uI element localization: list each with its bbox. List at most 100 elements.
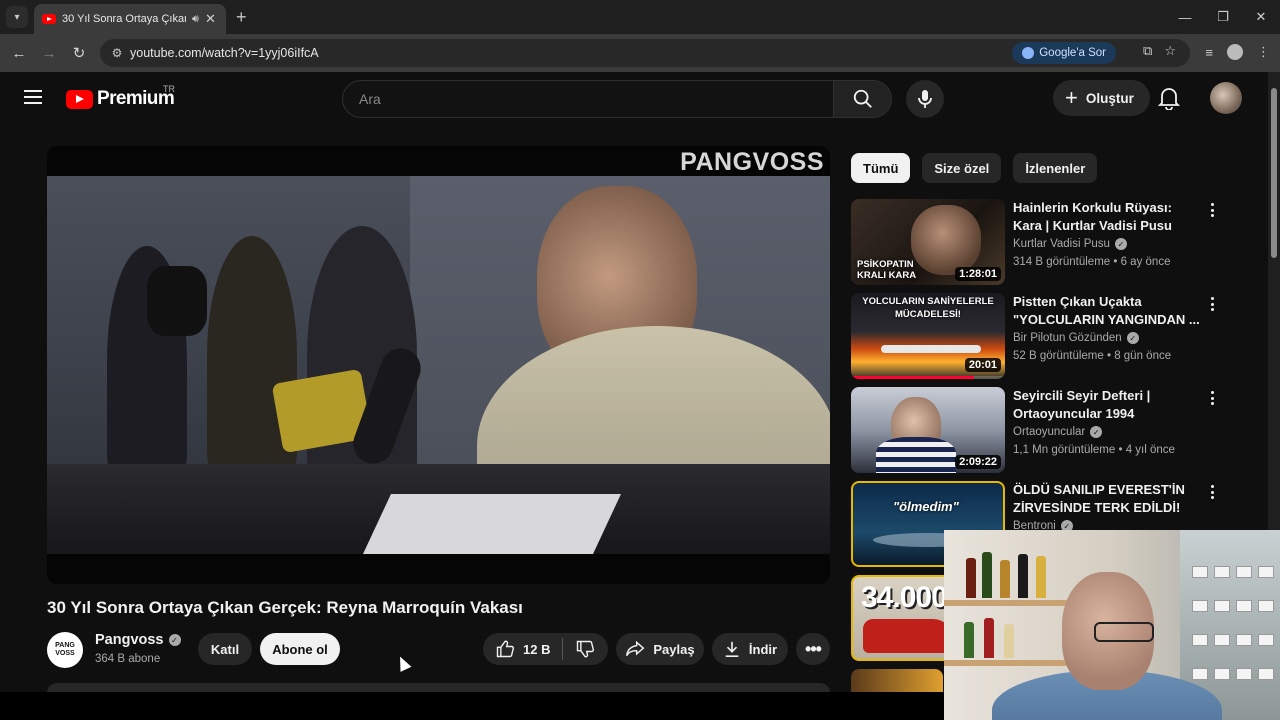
reload-icon[interactable]: ↻ (64, 44, 94, 62)
install-app-icon[interactable]: ⧉ (1143, 43, 1152, 59)
speaker-icon[interactable]: 🔊︎ (192, 13, 199, 26)
browser-menu-icon[interactable]: ⋮ (1257, 44, 1270, 60)
like-button[interactable]: 12 B (483, 633, 562, 665)
notifications-button[interactable] (1157, 86, 1181, 115)
browser-tab[interactable]: 30 Yıl Sonra Ortaya Çıkan G 🔊︎ ✕ (34, 4, 226, 34)
watch-progress-bar (851, 376, 1005, 379)
video-player[interactable]: PANGVOSS (47, 146, 830, 584)
download-icon (725, 641, 739, 658)
related-filter-chips: Tümü Size özel İzlenenler (851, 153, 1098, 183)
video-thumbnail[interactable]: PSİKOPATIN KRALI KARA 1:28:01 (851, 199, 1005, 285)
related-channel-row: Ortaoyuncular ✓ (1013, 426, 1103, 438)
join-button[interactable]: Katıl (198, 633, 252, 665)
dislike-button[interactable] (563, 633, 607, 665)
related-channel-name[interactable]: Ortaoyuncular (1013, 426, 1085, 438)
verified-icon: ✓ (168, 634, 181, 646)
google-ask-label: Google'a Sor (1039, 47, 1106, 59)
related-channel-row: Bir Pilotun Gözünden ✓ (1013, 332, 1139, 344)
related-video-meta: 314 B görüntüleme • 6 ay önce (1013, 256, 1171, 268)
voice-search-button[interactable] (906, 80, 944, 118)
related-channel-row: Kurtlar Vadisi Pusu ✓ (1013, 238, 1127, 250)
youtube-favicon-icon (42, 14, 56, 24)
browser-tab-bar: ▾ 30 Yıl Sonra Ortaya Çıkan G 🔊︎ ✕ + — ❐… (0, 0, 1280, 34)
video-thumbnail[interactable]: YOLCULARIN SANİYELERLE MÜCADELESİ! 20:01 (851, 293, 1005, 379)
video-thumbnail[interactable] (851, 669, 943, 692)
like-count: 12 B (523, 641, 551, 657)
channel-name[interactable]: Pangvoss (95, 632, 164, 648)
video-duration: 1:28:01 (955, 267, 1001, 281)
related-video-meta: 1,1 Mn görüntüleme • 4 yıl önce (1013, 444, 1175, 456)
more-vertical-icon[interactable] (1207, 201, 1217, 219)
thumbs-down-icon (577, 640, 595, 658)
chip-all[interactable]: Tümü (851, 153, 911, 183)
chip-for-you[interactable]: Size özel (922, 153, 1002, 183)
forward-icon[interactable]: → (34, 45, 64, 62)
share-arrow-icon (626, 640, 645, 657)
youtube-play-logo-icon (66, 89, 93, 109)
maximize-icon[interactable]: ❐ (1204, 0, 1242, 34)
related-video-title[interactable]: Seyircili Seyir Defteri | Ortaoyuncular … (1013, 387, 1203, 423)
guide-menu-icon[interactable] (24, 90, 42, 104)
minimize-icon[interactable]: — (1166, 0, 1204, 34)
tab-search-button[interactable]: ▾ (6, 6, 28, 28)
channel-watermark: PANGVOSS (680, 148, 824, 176)
thumbnail-text: PSİKOPATIN KRALI KARA (857, 259, 917, 281)
chip-watched[interactable]: İzlenenler (1013, 153, 1098, 183)
youtube-premium-logo[interactable]: Premium TR (66, 84, 175, 110)
related-video-meta: 52 B görüntüleme • 8 gün önce (1013, 350, 1172, 362)
more-actions-button[interactable]: ••• (796, 633, 830, 665)
url-text: youtube.com/watch?v=1yyj06iIfcA (130, 46, 319, 60)
media-controls-icon[interactable]: ≡ (1205, 45, 1213, 60)
channel-avatar[interactable]: PANG VOSS (47, 632, 83, 668)
search-input[interactable] (359, 91, 833, 107)
related-video-item[interactable]: PSİKOPATIN KRALI KARA 1:28:01 Hainlerin … (851, 199, 1231, 285)
more-vertical-icon[interactable] (1207, 295, 1217, 313)
search-box (342, 80, 834, 118)
profile-icon[interactable] (1227, 44, 1243, 60)
related-video-item[interactable]: 2:09:22 Seyircili Seyir Defteri | Ortaoy… (851, 387, 1231, 473)
address-bar[interactable]: ⚙︎ youtube.com/watch?v=1yyj06iIfcA Googl… (100, 39, 1190, 67)
search-button[interactable] (834, 80, 892, 118)
tab-title: 30 Yıl Sonra Ortaya Çıkan G (62, 13, 186, 25)
new-tab-button[interactable]: + (236, 7, 247, 28)
more-horizontal-icon: ••• (805, 638, 822, 659)
related-channel-name[interactable]: Bir Pilotun Gözünden (1013, 332, 1122, 344)
google-ask-button[interactable]: Google'a Sor (1012, 42, 1116, 64)
related-video-title[interactable]: ÖLDÜ SANILIP EVEREST'İN ZİRVESİNDE TERK … (1013, 481, 1203, 517)
country-code: TR (163, 84, 175, 94)
microphone-icon (918, 90, 932, 108)
thumbs-up-icon (496, 640, 515, 658)
more-vertical-icon[interactable] (1207, 389, 1217, 407)
screen: ▾ 30 Yıl Sonra Ortaya Çıkan G 🔊︎ ✕ + — ❐… (0, 0, 1280, 720)
youtube-header: Premium TR + Oluştur (0, 72, 1268, 128)
related-video-item[interactable]: YOLCULARIN SANİYELERLE MÜCADELESİ! 20:01… (851, 293, 1231, 379)
subscriber-count: 364 B abone (95, 653, 161, 665)
close-tab-icon[interactable]: ✕ (205, 11, 216, 27)
verified-icon: ✓ (1114, 238, 1127, 250)
share-label: Paylaş (653, 641, 695, 657)
subscribe-button[interactable]: Abone ol (260, 633, 340, 665)
window-controls: — ❐ ✕ (1166, 0, 1280, 34)
mouse-cursor (394, 654, 412, 672)
scrollbar-thumb[interactable] (1271, 88, 1277, 258)
thumbnail-text: 34.000 (861, 581, 948, 614)
related-video-title[interactable]: Pistten Çıkan Uçakta "YOLCULARIN YANGIND… (1013, 293, 1203, 329)
site-info-icon[interactable]: ⚙︎ (104, 46, 130, 60)
create-button[interactable]: + Oluştur (1053, 80, 1150, 116)
verified-icon: ✓ (1090, 426, 1103, 438)
related-video-title[interactable]: Hainlerin Korkulu Rüyası: Kara | Kurtlar… (1013, 199, 1203, 235)
browser-toolbar: ← → ↻ ⚙︎ youtube.com/watch?v=1yyj06iIfcA… (0, 34, 1280, 72)
plus-icon: + (1065, 85, 1078, 110)
more-vertical-icon[interactable] (1207, 483, 1217, 501)
share-button[interactable]: Paylaş (616, 633, 704, 665)
channel-name-row[interactable]: Pangvoss ✓ (95, 632, 181, 648)
close-window-icon[interactable]: ✕ (1242, 0, 1280, 34)
related-channel-name[interactable]: Kurtlar Vadisi Pusu (1013, 238, 1110, 250)
download-button[interactable]: İndir (712, 633, 788, 665)
account-avatar[interactable] (1210, 82, 1242, 114)
bookmark-star-icon[interactable]: ☆ (1164, 43, 1176, 59)
video-thumbnail[interactable]: 2:09:22 (851, 387, 1005, 473)
back-icon[interactable]: ← (4, 45, 34, 62)
video-frame (47, 176, 830, 554)
join-label: Katıl (210, 641, 240, 657)
